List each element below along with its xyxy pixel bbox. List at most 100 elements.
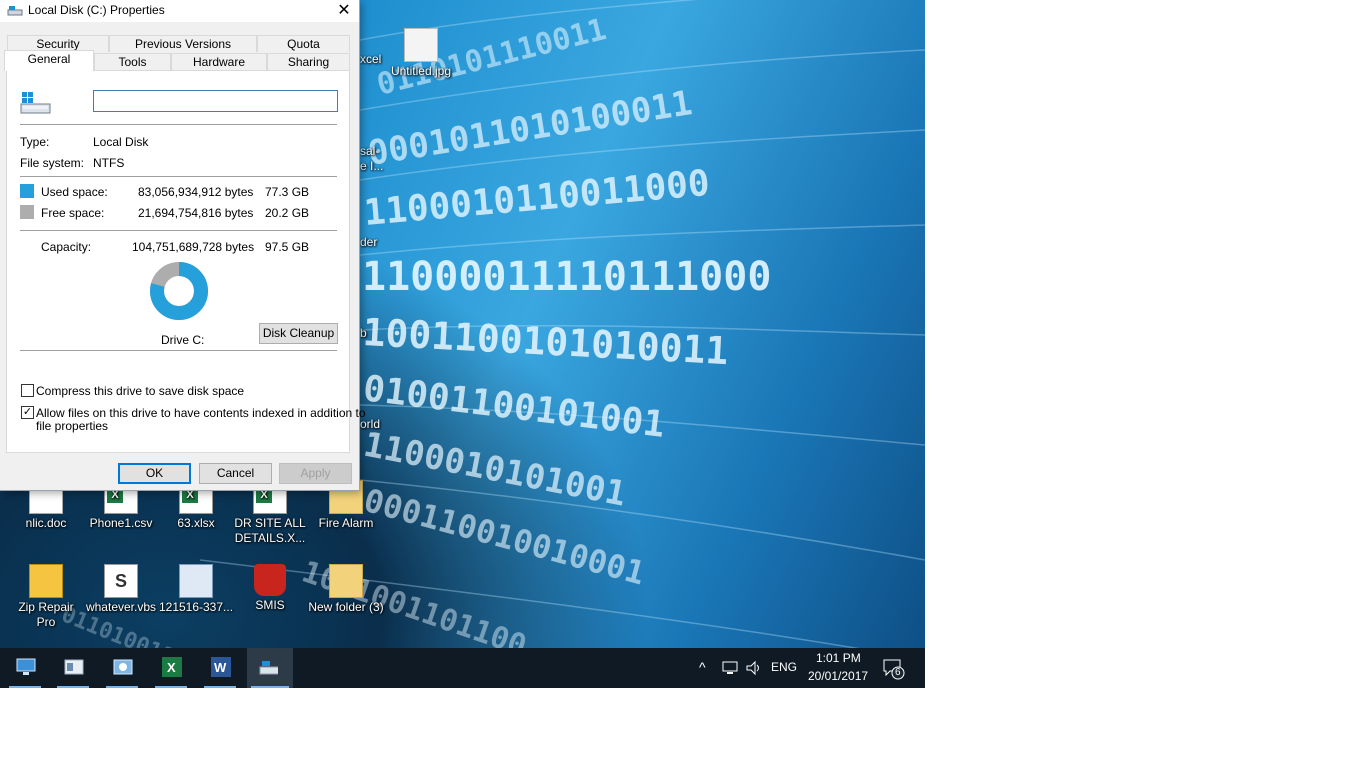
running-indicator: [57, 686, 89, 688]
compress-checkbox[interactable]: [21, 384, 34, 397]
notification-count: 6: [895, 667, 901, 678]
network-app-icon: [113, 659, 133, 675]
tab-general[interactable]: General: [4, 50, 94, 71]
window-title: Local Disk (C:) Properties: [28, 3, 165, 17]
desktop-icon-label: 121516-337...: [158, 600, 234, 614]
running-indicator: [251, 686, 289, 688]
free-space-gb: 20.2 GB: [265, 206, 310, 220]
running-indicator: [9, 686, 41, 688]
divider: [20, 230, 337, 231]
svg-text:X: X: [167, 660, 176, 675]
apply-button[interactable]: Apply: [279, 463, 352, 484]
disk-usage-donut: [150, 262, 208, 320]
desktop-partial-label[interactable]: b: [360, 326, 390, 341]
compress-label: Compress this drive to save disk space: [36, 384, 245, 398]
tab-previous-versions[interactable]: Previous Versions: [109, 35, 257, 52]
taskbar-network-app[interactable]: [102, 648, 142, 688]
taskbar-disk-properties[interactable]: [247, 648, 293, 688]
taskbar: X W ^ ENG 1:01 PM 20/01/2017 6: [0, 648, 925, 688]
input-language[interactable]: ENG: [771, 660, 797, 674]
excel-icon: X: [162, 657, 182, 677]
capacity-bytes: 104,751,689,728 bytes: [132, 240, 255, 254]
desktop-icon-label: whatever.vbs: [85, 600, 157, 614]
desktop-icon-untitled-jpg[interactable]: Untitled.jpg: [383, 28, 459, 79]
desktop-icon-new-folder-3[interactable]: New folder (3): [308, 564, 384, 615]
desktop-icon-121516[interactable]: 121516-337...: [158, 564, 234, 615]
drive-icon: [7, 6, 23, 16]
capacity-label: Capacity:: [41, 240, 92, 254]
index-checkbox[interactable]: ✓: [21, 406, 34, 419]
drive-icon: [20, 92, 51, 114]
divider: [20, 176, 337, 177]
index-label-line1: Allow files on this drive to have conten…: [36, 406, 366, 420]
running-indicator: [106, 686, 138, 688]
desktop-partial-label[interactable]: sal-: [360, 144, 390, 159]
word-icon: W: [211, 657, 231, 677]
computer-icon: [16, 658, 36, 675]
tab-sharing[interactable]: Sharing: [267, 53, 350, 70]
desktop-icon-zip-repair-pro[interactable]: Zip Repair Pro: [8, 564, 84, 630]
clock-date[interactable]: 20/01/2017: [808, 669, 868, 683]
tab-tools[interactable]: Tools: [94, 53, 171, 70]
desktop-icon-label: 63.xlsx: [177, 516, 215, 530]
dump-file-icon: [179, 564, 213, 598]
file-system-label: File system:: [20, 156, 85, 170]
desktop-icon-label: Zip Repair Pro: [18, 600, 74, 629]
used-space-swatch: [20, 184, 34, 198]
free-space-label: Free space:: [41, 206, 105, 220]
svg-text:1001100101010011: 1001100101010011: [362, 310, 730, 373]
type-label: Type:: [20, 135, 50, 149]
tray-overflow-chevron[interactable]: ^: [699, 659, 706, 675]
taskbar-this-pc[interactable]: [5, 648, 45, 688]
desktop-partial-label[interactable]: xcel: [360, 52, 384, 67]
cancel-button[interactable]: Cancel: [199, 463, 272, 484]
svg-text:11000011110111000: 11000011110111000: [362, 254, 771, 300]
drive-name-input[interactable]: [93, 90, 338, 112]
index-label-line2: file properties: [36, 419, 109, 433]
type-value: Local Disk: [93, 135, 149, 149]
desktop-icon-label: Untitled.jpg: [390, 64, 452, 78]
taskbar-file-explorer[interactable]: [53, 648, 93, 688]
desktop-icon-label: SMIS: [255, 598, 285, 612]
desktop-icon-label: Fire Alarm: [318, 516, 374, 530]
drive-icon: [259, 661, 278, 675]
divider: [20, 124, 337, 125]
close-button[interactable]: ✕: [329, 0, 359, 22]
tab-quota[interactable]: Quota: [257, 35, 350, 52]
desktop-icon-whatever-vbs[interactable]: S whatever.vbs: [83, 564, 159, 615]
free-space-swatch: [20, 205, 34, 219]
volume-icon[interactable]: [745, 660, 763, 676]
desktop-icon-label: nlic.doc: [25, 516, 67, 530]
disk-cleanup-button[interactable]: Disk Cleanup: [259, 323, 338, 344]
used-space-label: Used space:: [41, 185, 108, 199]
folder-icon: [329, 564, 363, 598]
divider: [20, 350, 337, 351]
action-center-icon[interactable]: [883, 658, 905, 680]
desktop-partial-label[interactable]: der: [360, 235, 390, 250]
svg-text:W: W: [214, 660, 227, 675]
running-indicator: [204, 686, 236, 688]
taskbar-word[interactable]: W: [200, 648, 240, 688]
used-space-gb: 77.3 GB: [265, 185, 310, 199]
smis-shortcut-icon: [254, 564, 286, 596]
desktop-icon-label: New folder (3): [308, 600, 384, 614]
capacity-gb: 97.5 GB: [265, 240, 310, 254]
ok-button[interactable]: OK: [118, 463, 191, 484]
clock-time[interactable]: 1:01 PM: [816, 651, 861, 665]
svg-text:1100010110011000: 1100010110011000: [362, 163, 711, 234]
svg-text:0001011010100011: 0001011010100011: [365, 83, 695, 174]
disk-properties-dialog: Local Disk (C:) Properties ✕ Security Pr…: [0, 0, 366, 491]
tab-hardware[interactable]: Hardware: [171, 53, 267, 70]
network-icon[interactable]: [721, 660, 739, 676]
title-bar[interactable]: Local Disk (C:) Properties ✕: [0, 0, 359, 22]
taskbar-excel[interactable]: X: [151, 648, 191, 688]
used-space-bytes: 83,056,934,912 bytes: [138, 185, 254, 199]
desktop-icon-smis[interactable]: SMIS: [232, 564, 308, 613]
file-system-value: NTFS: [93, 156, 125, 170]
window-app-icon: [64, 659, 84, 675]
desktop-icon-label: Phone1.csv: [89, 516, 153, 530]
desktop-icon-label: DR SITE ALL DETAILS.X...: [234, 516, 306, 545]
desktop-partial-label[interactable]: e I...: [360, 159, 390, 174]
zip-repair-icon: [29, 564, 63, 598]
script-file-icon: S: [104, 564, 138, 598]
